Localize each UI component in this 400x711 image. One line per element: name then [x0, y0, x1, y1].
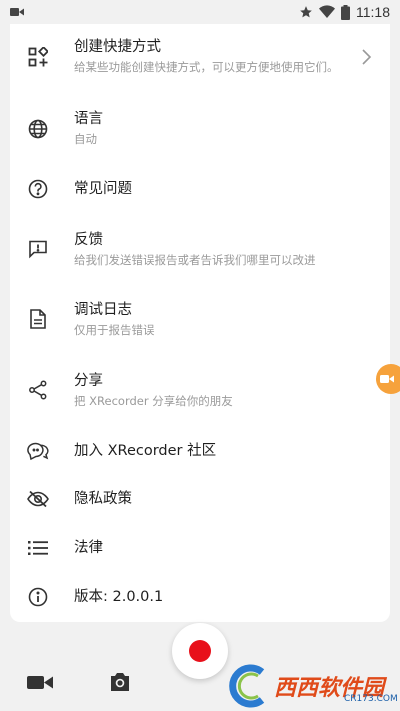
status-bar: 11:18 [0, 0, 400, 24]
wifi-icon [319, 5, 335, 18]
menu-subtitle: 仅用于报告错误 [74, 323, 155, 337]
star-icon [300, 6, 312, 18]
globe-icon [27, 118, 49, 140]
video-camera-status-icon [10, 8, 24, 16]
list-icon [27, 537, 49, 559]
eye-off-icon [27, 488, 49, 510]
menu-title: 法律 [74, 540, 103, 556]
menu-subtitle: 自动 [74, 132, 97, 146]
menu-item-version[interactable]: 版本: 2.0.0.1 [10, 576, 390, 618]
menu-item-language[interactable]: 语言 自动 [10, 96, 390, 162]
video-tab-button[interactable] [26, 668, 54, 696]
screenshot-tab-button[interactable] [106, 668, 134, 696]
shortcut-grid-icon [27, 46, 49, 68]
menu-title: 版本: 2.0.0.1 [74, 589, 164, 605]
watermark-logo: 西西软件园 CR173.COM [228, 660, 400, 711]
menu-title: 反馈 [74, 232, 103, 248]
menu-item-faq[interactable]: 常见问题 [10, 166, 390, 212]
watermark-c-icon [229, 664, 265, 707]
share-icon [27, 379, 49, 401]
menu-title: 调试日志 [74, 302, 132, 318]
video-camera-icon [380, 375, 394, 383]
menu-title: 常见问题 [74, 181, 132, 197]
menu-subtitle: 给某些功能创建快捷方式，可以更方便地使用它们。 [74, 60, 339, 74]
camera-icon [111, 673, 129, 691]
record-dot-icon [189, 640, 211, 662]
battery-icon [341, 4, 350, 20]
floating-record-bubble[interactable] [376, 364, 400, 394]
menu-item-privacy-policy[interactable]: 隐私政策 [10, 478, 390, 520]
info-icon [27, 586, 49, 608]
help-circle-icon [27, 178, 49, 200]
feedback-icon [27, 238, 49, 260]
menu-title: 语言 [74, 111, 103, 127]
record-button[interactable] [172, 623, 228, 679]
chevron-right-icon [362, 49, 372, 65]
menu-title: 加入 XRecorder 社区 [74, 443, 217, 459]
menu-title: 隐私政策 [74, 491, 132, 507]
menu-item-feedback[interactable]: 反馈 给我们发送错误报告或者告诉我们哪里可以改进 [10, 224, 390, 282]
community-chat-icon [27, 440, 49, 462]
watermark-site: CR173.COM [344, 694, 398, 704]
document-icon [27, 308, 49, 330]
menu-item-create-shortcut[interactable]: 创建快捷方式 给某些功能创建快捷方式，可以更方便地使用它们。 [10, 24, 390, 90]
menu-item-join-community[interactable]: 加入 XRecorder 社区 [10, 430, 390, 472]
settings-card: 创建快捷方式 给某些功能创建快捷方式，可以更方便地使用它们。 语言 自动 常见问… [10, 24, 390, 622]
menu-subtitle: 把 XRecorder 分享给你的朋友 [74, 394, 233, 408]
menu-title: 创建快捷方式 [74, 39, 161, 55]
menu-item-legal[interactable]: 法律 [10, 527, 390, 569]
menu-title: 分享 [74, 373, 103, 389]
menu-item-debug-log[interactable]: 调试日志 仅用于报告错误 [10, 294, 390, 352]
menu-subtitle: 给我们发送错误报告或者告诉我们哪里可以改进 [74, 253, 316, 267]
video-camera-icon [27, 676, 53, 689]
status-time: 11:18 [356, 4, 390, 20]
menu-item-share[interactable]: 分享 把 XRecorder 分享给你的朋友 [10, 365, 390, 423]
